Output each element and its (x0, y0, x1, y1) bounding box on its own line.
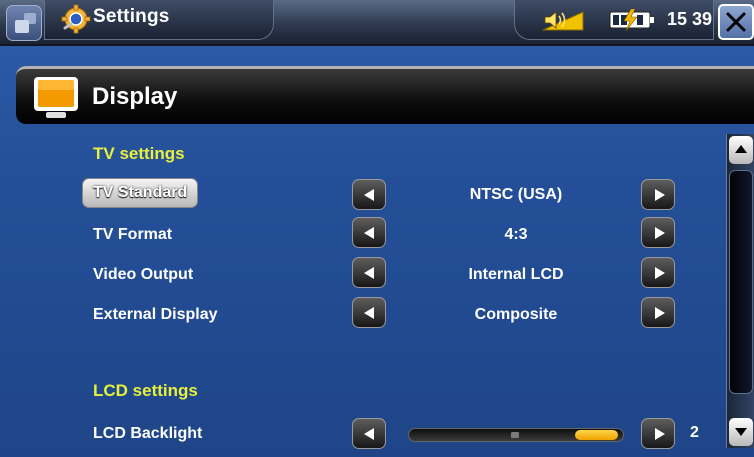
display-icon (34, 77, 78, 118)
setting-value-tv-standard: NTSC (USA) (469, 186, 563, 203)
arrow-right-icon (655, 428, 665, 440)
video-output-prev-button[interactable] (352, 257, 386, 288)
section-title-lcd: LCD settings (93, 381, 198, 400)
page-title: Display (92, 83, 178, 110)
close-icon (726, 12, 746, 32)
page-header: Display (16, 66, 754, 124)
chevron-up-icon (735, 145, 747, 153)
setting-label-external-display[interactable]: External Display (93, 301, 218, 329)
lcd-backlight-value: 2 (690, 424, 699, 441)
arrow-left-icon (364, 189, 374, 201)
app-title-tab: Settings (44, 0, 274, 40)
setting-label-video-output[interactable]: Video Output (93, 261, 193, 289)
arrow-left-icon (364, 307, 374, 319)
external-display-next-button[interactable] (641, 297, 675, 328)
arrow-right-icon (655, 307, 665, 319)
setting-label-lcd-backlight[interactable]: LCD Backlight (93, 420, 202, 448)
arrow-right-icon (655, 267, 665, 279)
setting-value-video-output: Internal LCD (468, 266, 564, 283)
speaker-icon (542, 11, 584, 31)
setting-label-tv-standard[interactable]: TV Standard (82, 178, 199, 208)
arrow-left-icon (364, 428, 374, 440)
status-bar: Settings 15 39 (0, 0, 754, 46)
scroll-up-button[interactable] (729, 136, 753, 164)
scroll-down-button[interactable] (729, 418, 753, 446)
tv-standard-next-button[interactable] (641, 179, 675, 210)
scroll-thumb[interactable] (729, 170, 753, 394)
section-title-tv: TV settings (93, 144, 185, 163)
status-tab: 15 39 (514, 0, 714, 40)
setting-value-tv-format: 4:3 (504, 226, 528, 243)
clock: 15 39 (667, 9, 713, 29)
lcd-backlight-next-button[interactable] (641, 418, 675, 449)
slider-fill (575, 430, 618, 440)
gear-icon (61, 4, 91, 34)
arrow-left-icon (364, 227, 374, 239)
battery-icon (609, 9, 654, 31)
close-button[interactable] (718, 4, 754, 40)
arrow-left-icon (364, 267, 374, 279)
scrollbar[interactable] (726, 134, 754, 448)
external-display-prev-button[interactable] (352, 297, 386, 328)
chevron-down-icon (735, 428, 747, 436)
video-output-next-button[interactable] (641, 257, 675, 288)
lcd-backlight-prev-button[interactable] (352, 418, 386, 449)
tv-format-next-button[interactable] (641, 217, 675, 248)
tv-format-prev-button[interactable] (352, 217, 386, 248)
setting-value-external-display: Composite (474, 306, 558, 323)
tv-standard-prev-button[interactable] (352, 179, 386, 210)
app-title: Settings (93, 6, 170, 27)
setting-label-tv-format[interactable]: TV Format (93, 221, 172, 249)
arrow-right-icon (655, 227, 665, 239)
slider-notch (511, 432, 519, 438)
menu-button[interactable] (6, 5, 42, 41)
menu-icon-front (15, 20, 29, 33)
lcd-backlight-slider[interactable] (408, 428, 624, 442)
arrow-right-icon (655, 189, 665, 201)
